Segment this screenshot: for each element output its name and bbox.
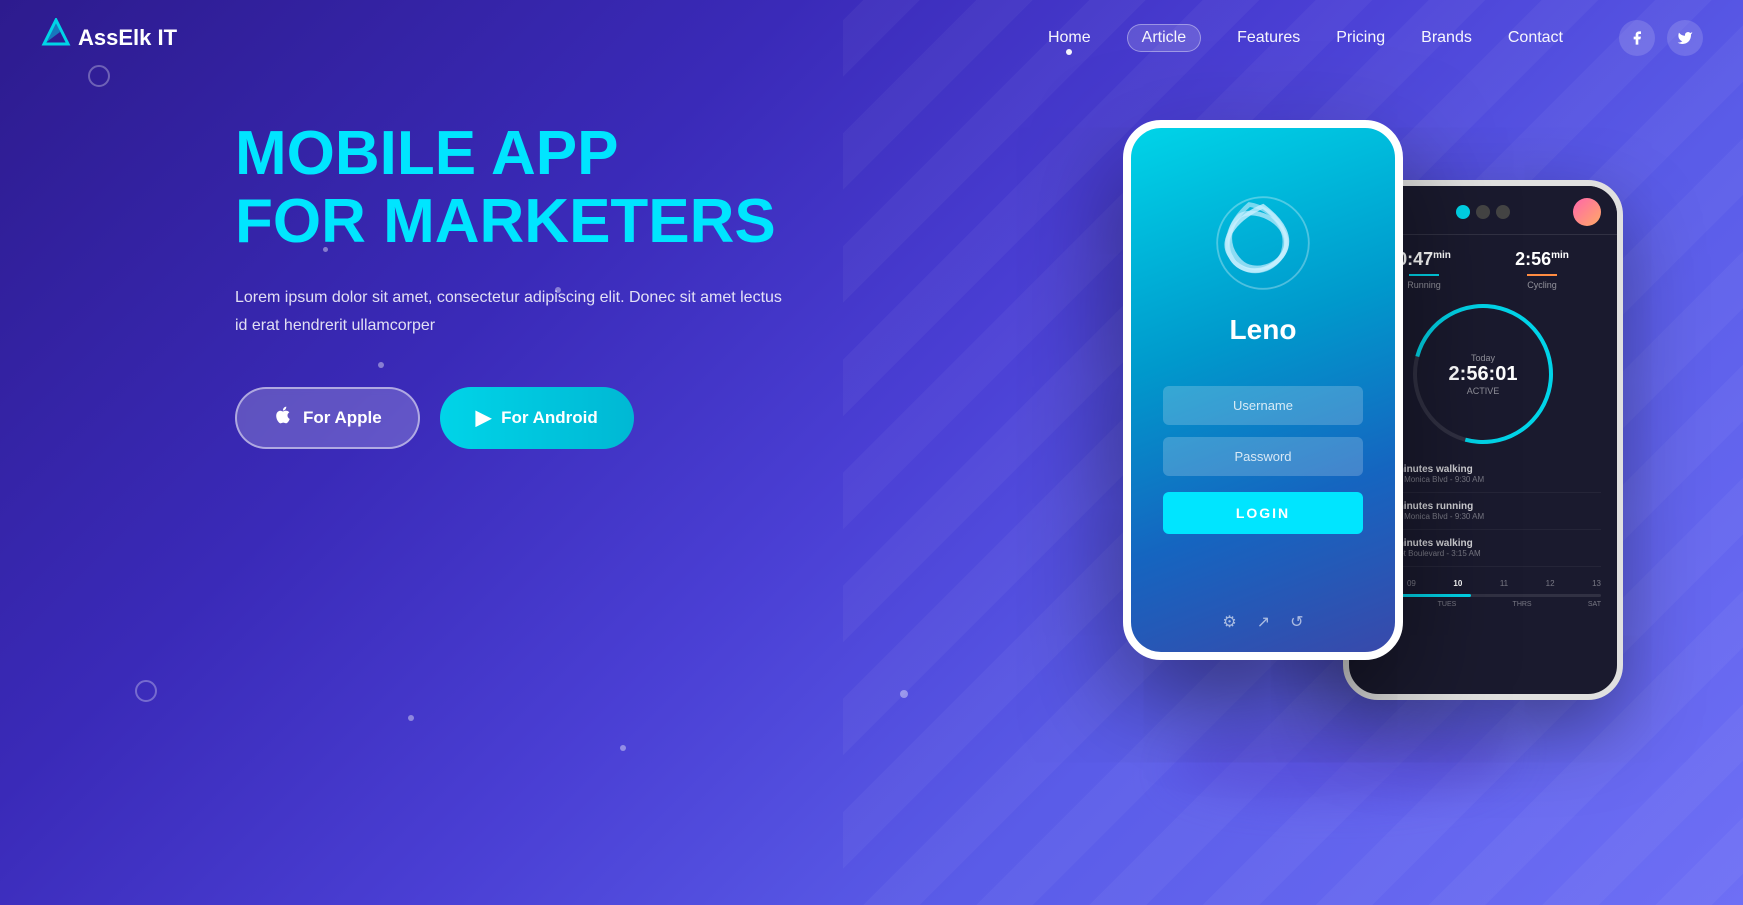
- android-button[interactable]: ▶ For Android: [440, 387, 634, 449]
- twitter-button[interactable]: [1667, 20, 1703, 56]
- brand-name: AssElk IT: [78, 25, 177, 51]
- hero-description: Lorem ipsum dolor sit amet, consectetur …: [235, 284, 795, 338]
- apple-button[interactable]: For Apple: [235, 387, 420, 449]
- login-form: Username Password LOGIN: [1163, 386, 1363, 534]
- phone-front-logo: Leno: [1208, 128, 1318, 366]
- decorative-dot-3: [408, 715, 414, 721]
- android-icon: ▶: [476, 405, 491, 430]
- activity-circle: Today 2:56:01 ACTIVE: [1413, 304, 1553, 444]
- decorative-circle-2: [135, 680, 157, 702]
- nav-article[interactable]: Article: [1127, 24, 1201, 52]
- stat-cycling-value: 2:56min: [1515, 249, 1569, 270]
- refresh-icon: ↺: [1290, 612, 1303, 632]
- logo-icon: [40, 18, 72, 57]
- apple-icon: [273, 405, 293, 431]
- phone-shadow: [1166, 720, 1520, 800]
- circle-ring-fill: [1387, 278, 1578, 469]
- phone-front-footer: ⚙ ↗ ↺: [1222, 612, 1303, 652]
- social-icons: [1619, 20, 1703, 56]
- phone-back-status-icons: [1456, 205, 1510, 219]
- share-icon: ↗: [1257, 612, 1270, 632]
- nav-home[interactable]: Home: [1048, 29, 1091, 47]
- user-avatar: [1573, 198, 1601, 226]
- status-icon-2: [1476, 205, 1490, 219]
- phones-container: 12:00 0:47min Running 2:56min: [1123, 120, 1623, 770]
- hero-title-line1: MOBILE APP: [235, 119, 619, 188]
- hero-title: MOBILE APP FOR MARKETERS: [235, 120, 795, 256]
- nav-links: Home Article Features Pricing Brands Con…: [1048, 20, 1703, 56]
- password-input[interactable]: Password: [1163, 437, 1363, 476]
- nav-brands[interactable]: Brands: [1421, 29, 1472, 47]
- stat-cycling-line: [1527, 274, 1557, 276]
- decorative-dot-4: [620, 745, 626, 751]
- username-input[interactable]: Username: [1163, 386, 1363, 425]
- stat-cycling-label: Cycling: [1515, 280, 1569, 290]
- nav-pricing[interactable]: Pricing: [1336, 29, 1385, 47]
- status-icon-3: [1496, 205, 1510, 219]
- settings-icon: ⚙: [1222, 612, 1236, 632]
- stat-running-value: 0:47min: [1397, 249, 1451, 270]
- logo[interactable]: AssElk IT: [40, 18, 177, 57]
- hero-title-accent: MARKETERS: [383, 187, 776, 256]
- leno-app-icon: [1208, 188, 1318, 298]
- nav-features[interactable]: Features: [1237, 29, 1300, 47]
- phone-front: Leno Username Password LOGIN ⚙ ↗ ↺: [1123, 120, 1403, 660]
- android-button-label: For Android: [501, 408, 598, 428]
- navbar: AssElk IT Home Article Features Pricing …: [0, 0, 1743, 75]
- stat-cycling: 2:56min Cycling: [1515, 249, 1569, 290]
- stat-running-label: Running: [1397, 280, 1451, 290]
- status-icon-1: [1456, 205, 1470, 219]
- decorative-dot-5: [900, 690, 908, 698]
- login-button[interactable]: LOGIN: [1163, 492, 1363, 534]
- hero-section: MOBILE APP FOR MARKETERS Lorem ipsum dol…: [235, 120, 795, 449]
- apple-button-label: For Apple: [303, 408, 382, 428]
- stat-running: 0:47min Running: [1397, 249, 1451, 290]
- hero-buttons: For Apple ▶ For Android: [235, 387, 795, 449]
- facebook-button[interactable]: [1619, 20, 1655, 56]
- nav-contact[interactable]: Contact: [1508, 29, 1563, 47]
- app-name: Leno: [1230, 314, 1297, 346]
- hero-title-line2-plain: FOR: [235, 187, 383, 256]
- stat-running-line: [1409, 274, 1439, 276]
